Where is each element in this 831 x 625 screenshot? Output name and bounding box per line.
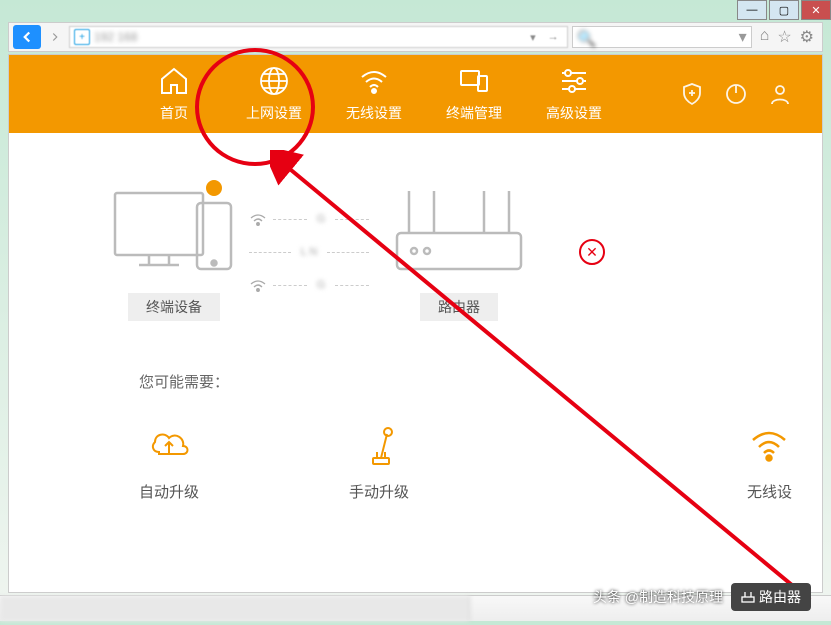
page-content: 首页 上网设置 无线设置 终端管理 高级设置 [8, 54, 823, 593]
minimize-button[interactable]: — [737, 0, 767, 20]
nav-label: 无线设置 [346, 103, 402, 123]
nav-wireless-settings[interactable]: 无线设置 [324, 55, 424, 133]
maximize-button[interactable]: ▢ [769, 0, 799, 20]
dropdown-icon[interactable]: ▾ [526, 31, 540, 44]
router-block[interactable]: 路由器 [379, 183, 539, 321]
search-bar[interactable]: 🔍 ▾ [572, 26, 752, 48]
user-icon[interactable] [768, 82, 792, 106]
home-icon [158, 65, 190, 97]
wifi-small-icon [249, 276, 267, 294]
router-label: 路由器 [420, 293, 498, 321]
security-icon[interactable] [680, 82, 704, 106]
watermark: 头条 @制造科技原理 路由器 [593, 583, 811, 611]
home-icon[interactable]: ⌂ [760, 27, 770, 47]
sliders-icon [558, 65, 590, 97]
window-controls: — ▢ ✕ [735, 0, 831, 20]
nav-label: 高级设置 [546, 103, 602, 123]
nav-device-management[interactable]: 终端管理 [424, 55, 524, 133]
lever-icon [357, 422, 402, 467]
wireless-settings-button[interactable]: 无线设 [747, 422, 792, 502]
cloud-upload-icon [147, 422, 192, 467]
nav-advanced-settings[interactable]: 高级设置 [524, 55, 624, 133]
go-icon[interactable]: → [544, 31, 563, 43]
favorites-icon[interactable]: ☆ [777, 27, 791, 47]
wifi-icon [747, 422, 792, 467]
nav-home[interactable]: 首页 [124, 55, 224, 133]
main-nav: 首页 上网设置 无线设置 终端管理 高级设置 [9, 55, 822, 133]
suggest-label: 无线设 [747, 481, 792, 502]
back-button[interactable] [13, 25, 41, 49]
browser-toolbar: + 192 168 ▾ → 🔍 ▾ ⌂ ☆ ⚙ [8, 22, 823, 52]
nav-label: 上网设置 [246, 103, 302, 123]
monitor-phone-icon [109, 183, 239, 283]
attribution-text: 头条 @制造科技原理 [593, 587, 723, 607]
wifi-icon [358, 65, 390, 97]
disconnected-icon: ✕ [579, 239, 605, 265]
status-text [0, 596, 470, 621]
nav-label: 终端管理 [446, 103, 502, 123]
wifi-small-icon [249, 210, 267, 228]
close-button[interactable]: ✕ [801, 0, 831, 20]
watermark-badge: 路由器 [731, 583, 811, 611]
auto-upgrade-button[interactable]: 自动升级 [139, 422, 199, 502]
shield-icon: + [74, 29, 90, 45]
suggest-label: 自动升级 [139, 481, 199, 502]
suggestions-row: 自动升级 手动升级 无线设 [9, 392, 822, 502]
nav-internet-settings[interactable]: 上网设置 [224, 55, 324, 133]
forward-button[interactable] [45, 25, 65, 49]
search-provider-icon: 🔍 [577, 29, 593, 45]
nav-label: 首页 [160, 103, 188, 123]
manual-upgrade-button[interactable]: 手动升级 [349, 422, 409, 502]
power-icon[interactable] [724, 82, 748, 106]
router-small-icon [741, 590, 755, 604]
status-dot-icon [203, 177, 225, 199]
search-dropdown-icon[interactable]: ▾ [739, 27, 747, 47]
connections: G L N G [249, 210, 369, 294]
globe-icon [258, 65, 290, 97]
suggest-label: 手动升级 [349, 481, 409, 502]
settings-icon[interactable]: ⚙ [800, 27, 814, 47]
network-topology: 终端设备 G L N G [9, 133, 822, 351]
suggestions-title: 您可能需要： [9, 371, 822, 392]
devices-icon [458, 65, 490, 97]
url-text: 192 168 [94, 30, 522, 44]
address-bar[interactable]: + 192 168 ▾ → [69, 26, 568, 48]
terminal-devices-label: 终端设备 [128, 293, 220, 321]
terminal-devices-block[interactable]: 终端设备 [109, 183, 239, 321]
router-icon [379, 183, 539, 283]
